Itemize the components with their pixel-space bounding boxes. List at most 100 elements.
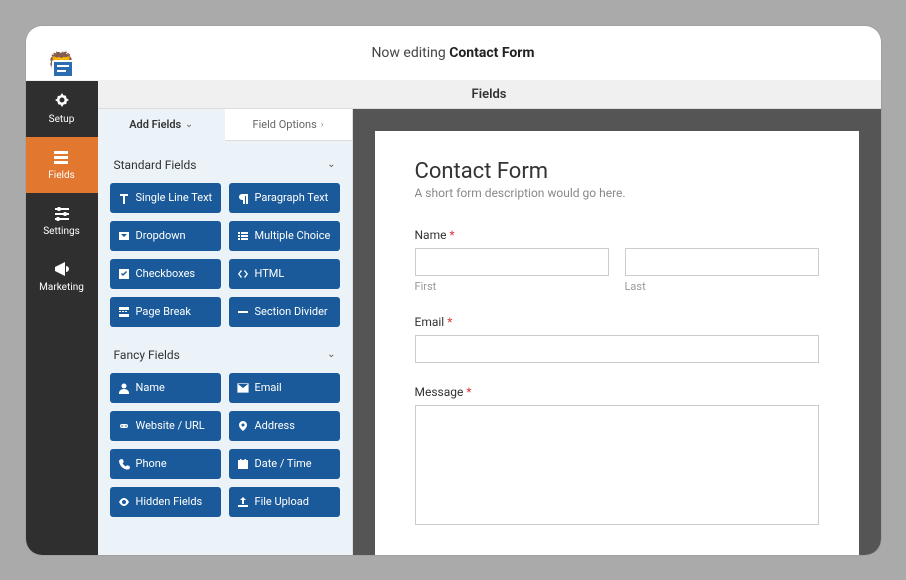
form-preview[interactable]: Contact Form A short form description wo… (375, 131, 859, 555)
eye-icon (118, 496, 130, 508)
pin-icon (237, 420, 249, 432)
field-label-name: Name* (415, 228, 819, 242)
tab-label: Add Fields (129, 118, 181, 131)
editing-label: Now editing Contact Form (371, 45, 534, 61)
field-label: HTML (255, 267, 285, 280)
divider-icon (237, 306, 249, 318)
field-label: Website / URL (136, 419, 205, 432)
form-field-name[interactable]: Name* First Last (415, 228, 819, 293)
section-label: Fancy Fields (114, 348, 180, 362)
nav-label: Marketing (39, 282, 84, 293)
fields-icon (53, 148, 71, 166)
field-label: Date / Time (255, 457, 312, 470)
field-label: Page Break (136, 305, 191, 318)
tab-add-fields[interactable]: Add Fields ⌄ (98, 109, 225, 141)
input-message[interactable] (415, 405, 819, 525)
list-icon (237, 230, 249, 242)
checkbox-icon (118, 268, 130, 280)
field-dropdown[interactable]: Dropdown (110, 221, 221, 251)
app-window: 🦁 Now editing Contact Form Setup Fields … (26, 26, 881, 555)
field-html[interactable]: HTML (229, 259, 340, 289)
required-indicator: * (466, 385, 471, 399)
field-label: Multiple Choice (255, 229, 331, 242)
input-email[interactable] (415, 335, 819, 363)
form-field-message[interactable]: Message* (415, 385, 819, 529)
nav-item-setup[interactable]: Setup (26, 81, 98, 137)
field-email[interactable]: Email (229, 373, 340, 403)
field-address[interactable]: Address (229, 411, 340, 441)
field-section-divider[interactable]: Section Divider (229, 297, 340, 327)
subheader: Fields (98, 81, 881, 109)
calendar-icon (237, 458, 249, 470)
field-label: Section Divider (255, 305, 328, 318)
field-label-message: Message* (415, 385, 819, 399)
work-row: Add Fields ⌄ Field Options › Standard Fi… (98, 109, 881, 555)
input-first-name[interactable] (415, 248, 609, 276)
chevron-right-icon: › (321, 120, 324, 130)
field-file-upload[interactable]: File Upload (229, 487, 340, 517)
field-multiple-choice[interactable]: Multiple Choice (229, 221, 340, 251)
required-indicator: * (449, 228, 454, 242)
nav-label: Settings (43, 226, 80, 237)
form-icon (52, 60, 74, 78)
field-label: Hidden Fields (136, 495, 203, 508)
field-date-time[interactable]: Date / Time (229, 449, 340, 479)
form-description: A short form description would go here. (415, 186, 819, 200)
chevron-down-icon: ⌄ (327, 159, 335, 170)
sublabel-last: Last (625, 280, 819, 293)
field-label: Single Line Text (136, 191, 213, 204)
field-label: Paragraph Text (255, 191, 329, 204)
top-bar: 🦁 Now editing Contact Form (26, 26, 881, 81)
field-paragraph-text[interactable]: Paragraph Text (229, 183, 340, 213)
page-break-icon (118, 306, 130, 318)
app-logo: 🦁 (38, 32, 86, 76)
nav-label: Fields (48, 170, 75, 181)
field-label: Dropdown (136, 229, 186, 242)
fields-sidebar: Add Fields ⌄ Field Options › Standard Fi… (98, 109, 353, 555)
sidebar-body: Standard Fields ⌄ Single Line Text Parag… (98, 141, 352, 555)
editing-prefix: Now editing (371, 45, 449, 61)
tab-label: Field Options (253, 118, 317, 131)
section-standard-fields[interactable]: Standard Fields ⌄ (110, 147, 340, 183)
form-title: Contact Form (415, 159, 819, 184)
field-label: Name (136, 381, 165, 394)
nav-item-marketing[interactable]: Marketing (26, 249, 98, 305)
standard-fields-grid: Single Line Text Paragraph Text Dropdown… (110, 183, 340, 337)
field-hidden-fields[interactable]: Hidden Fields (110, 487, 221, 517)
code-icon (237, 268, 249, 280)
text-icon (118, 192, 130, 204)
field-page-break[interactable]: Page Break (110, 297, 221, 327)
required-indicator: * (447, 315, 452, 329)
editing-form-name: Contact Form (449, 45, 534, 61)
content: Fields Add Fields ⌄ Field Options › (98, 81, 881, 555)
link-icon (118, 420, 130, 432)
user-icon (118, 382, 130, 394)
field-label: Phone (136, 457, 167, 470)
form-field-email[interactable]: Email* (415, 315, 819, 363)
field-label-email: Email* (415, 315, 819, 329)
tab-field-options[interactable]: Field Options › (225, 109, 352, 141)
chevron-down-icon: ⌄ (185, 120, 193, 130)
dropdown-icon (118, 230, 130, 242)
main: Setup Fields Settings Marketing Fields (26, 81, 881, 555)
nav-item-fields[interactable]: Fields (26, 137, 98, 193)
phone-icon (118, 458, 130, 470)
field-phone[interactable]: Phone (110, 449, 221, 479)
field-single-line-text[interactable]: Single Line Text (110, 183, 221, 213)
section-fancy-fields[interactable]: Fancy Fields ⌄ (110, 337, 340, 373)
field-name[interactable]: Name (110, 373, 221, 403)
left-nav: Setup Fields Settings Marketing (26, 81, 98, 555)
field-website-url[interactable]: Website / URL (110, 411, 221, 441)
section-label: Standard Fields (114, 158, 197, 172)
sliders-icon (53, 204, 71, 222)
paragraph-icon (237, 192, 249, 204)
sidebar-tabs: Add Fields ⌄ Field Options › (98, 109, 352, 141)
chevron-down-icon: ⌄ (327, 349, 335, 360)
field-label: Email (255, 381, 282, 394)
field-checkboxes[interactable]: Checkboxes (110, 259, 221, 289)
field-label: Checkboxes (136, 267, 196, 280)
input-last-name[interactable] (625, 248, 819, 276)
mail-icon (237, 382, 249, 394)
subheader-title: Fields (472, 87, 507, 102)
nav-item-settings[interactable]: Settings (26, 193, 98, 249)
